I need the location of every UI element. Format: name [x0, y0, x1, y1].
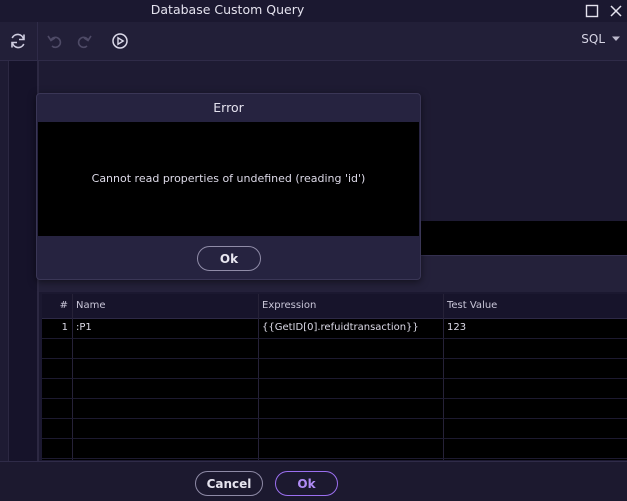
cancel-button[interactable]: Cancel [195, 471, 263, 496]
left-panel [0, 61, 38, 461]
table-row[interactable] [42, 418, 627, 439]
undo-button[interactable] [44, 30, 66, 52]
table-row[interactable] [42, 378, 627, 399]
error-dialog-title: Error [213, 100, 244, 115]
run-query-button[interactable] [109, 30, 131, 52]
language-select[interactable]: SQL [581, 32, 621, 46]
row-number: 1 [61, 322, 68, 333]
parameters-table: # Name Expression Test Value 1 :P1 {{Get… [42, 294, 627, 460]
title-bar: Database Custom Query [0, 0, 627, 22]
error-dialog-body: Cannot read properties of undefined (rea… [38, 122, 419, 236]
column-header-name: Name [76, 300, 106, 311]
error-ok-button[interactable]: Ok [197, 246, 261, 271]
toolbar: SQL [0, 22, 627, 61]
column-header-test-value: Test Value [447, 300, 498, 311]
ok-button[interactable]: Ok [275, 471, 338, 496]
redo-icon [77, 35, 92, 49]
refresh-icon [11, 33, 25, 49]
error-message: Cannot read properties of undefined (rea… [91, 172, 366, 185]
table-row[interactable] [42, 438, 627, 459]
close-button[interactable] [606, 1, 626, 21]
table-row[interactable] [42, 358, 627, 379]
column-header-expression: Expression [262, 300, 317, 311]
toolbar-divider [37, 22, 38, 60]
table-row[interactable] [42, 398, 627, 419]
dialog-footer: Cancel Ok [0, 461, 627, 501]
redo-button[interactable] [73, 30, 95, 52]
window-title: Database Custom Query [150, 2, 305, 17]
undo-icon [47, 35, 62, 49]
close-icon [610, 5, 622, 17]
line-gutter [8, 61, 38, 461]
error-dialog: Error Cannot read properties of undefine… [36, 93, 421, 280]
play-circle-icon [112, 33, 128, 49]
maximize-icon [585, 4, 599, 18]
table-row[interactable]: 1 :P1 {{GetID[0].refuidtransaction}} 123 [42, 318, 627, 339]
language-label: SQL [581, 32, 605, 46]
cell-test-value[interactable]: 123 [443, 318, 627, 338]
cell-name[interactable]: :P1 [72, 318, 258, 338]
maximize-button[interactable] [582, 1, 602, 21]
column-header-number: # [59, 300, 68, 311]
cell-expression[interactable]: {{GetID[0].refuidtransaction}} [258, 318, 443, 338]
table-header: # Name Expression Test Value [42, 294, 627, 319]
chevron-down-icon [612, 36, 620, 41]
refresh-button[interactable] [7, 30, 29, 52]
table-row[interactable] [42, 338, 627, 359]
